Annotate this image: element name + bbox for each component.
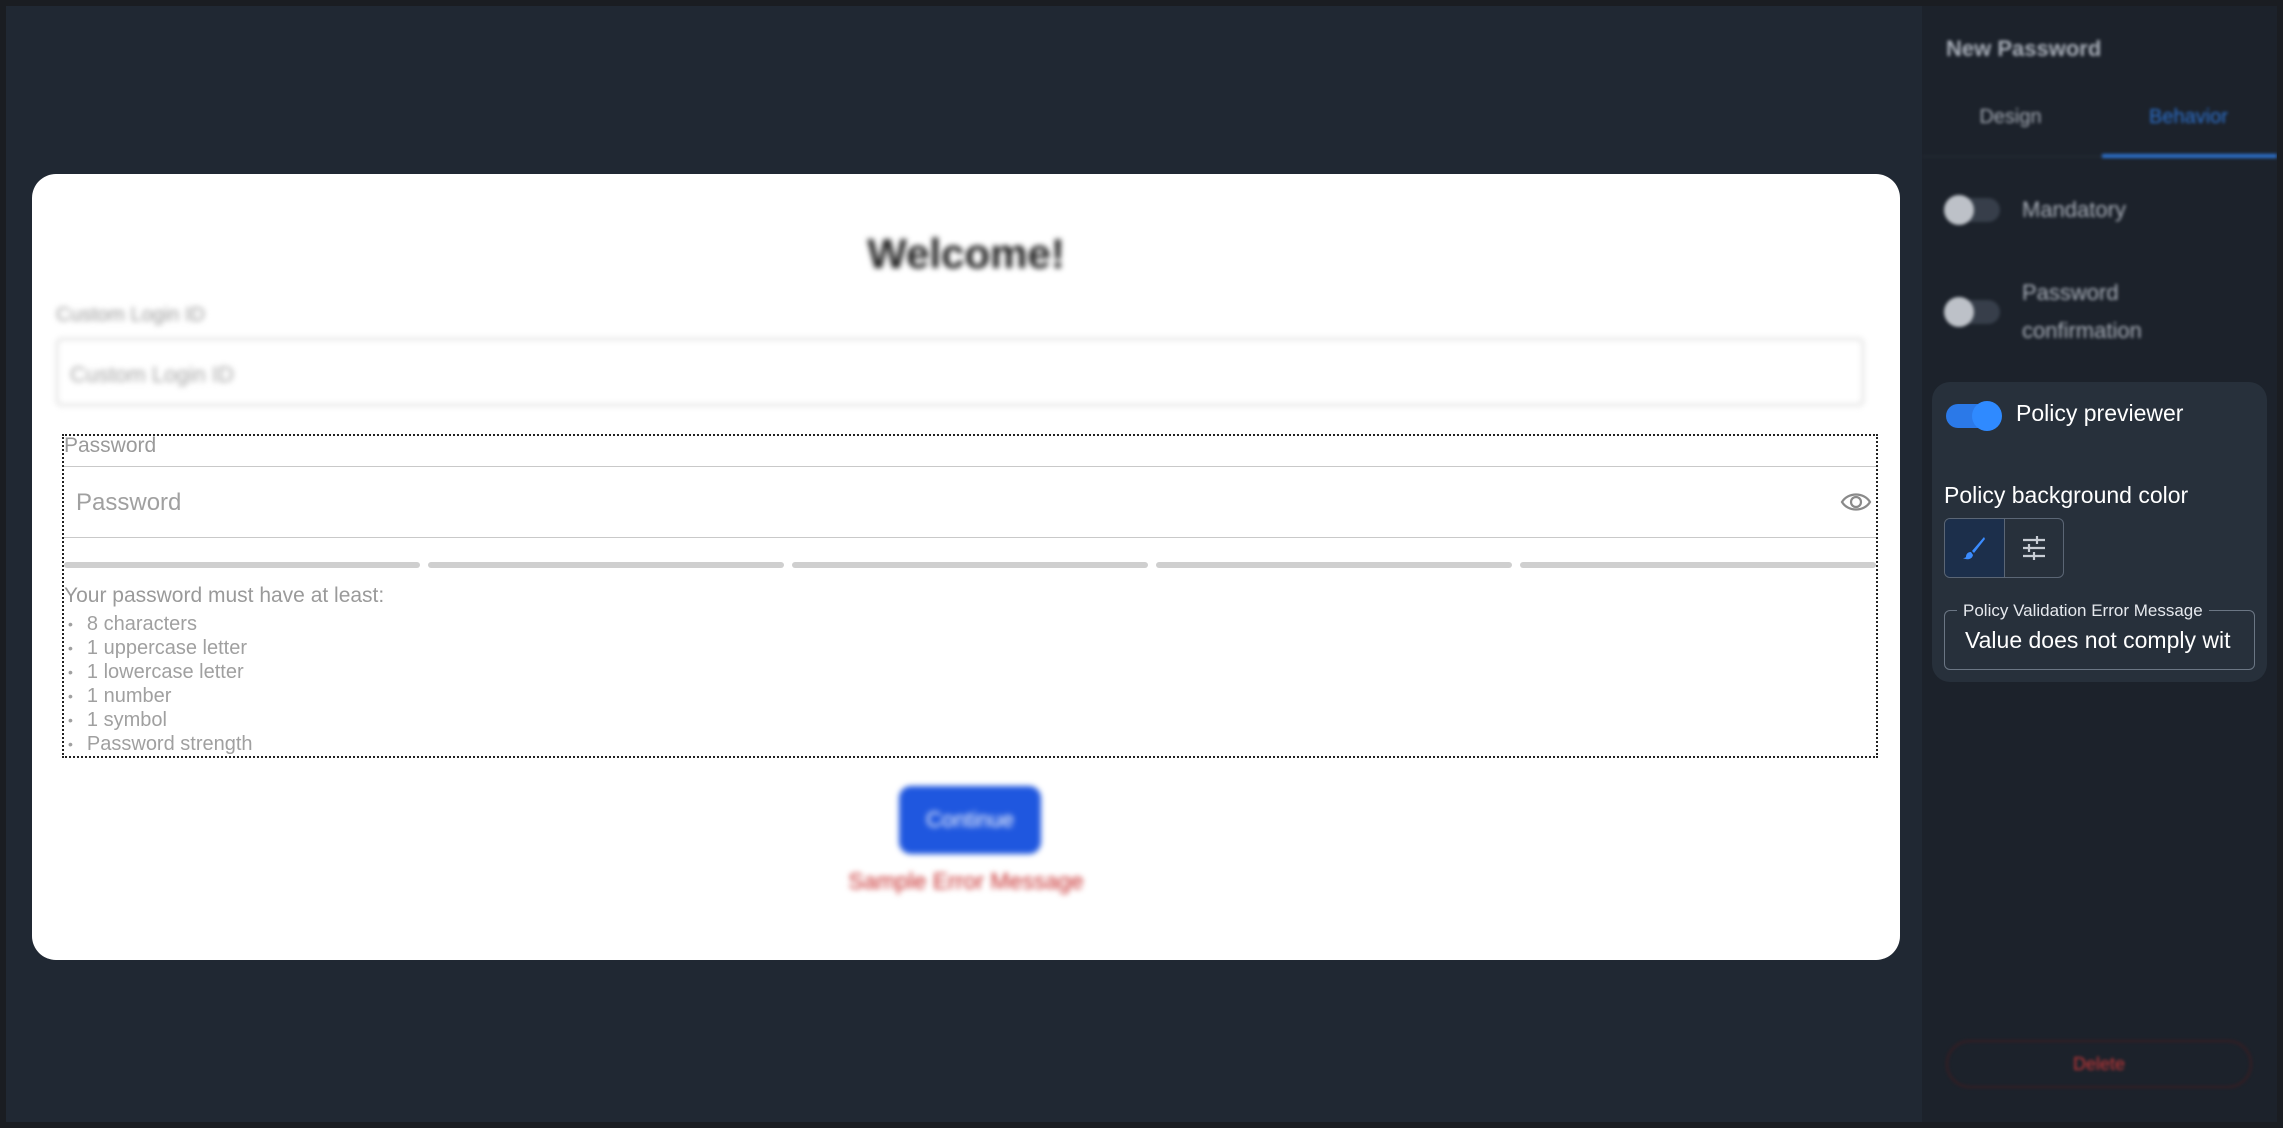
password-confirmation-toggle[interactable] [1944, 297, 2000, 327]
tab-design[interactable]: Design [1922, 106, 2099, 129]
mandatory-label: Mandatory [2022, 197, 2126, 222]
password-rules-list: • 8 characters • 1 uppercase letter • 1 low… [68, 612, 253, 756]
strength-segment [64, 562, 420, 568]
continue-button[interactable]: Continue [899, 786, 1041, 854]
policy-validation-error-field[interactable]: Policy Validation Error Message Value do… [1944, 601, 2255, 670]
login-id-label: Custom Login ID [56, 304, 205, 326]
password-input[interactable]: Password [64, 466, 1876, 538]
password-widget[interactable]: Password Password Your password must hav… [62, 434, 1878, 758]
color-mode-button-group [1944, 518, 2064, 578]
list-item: • 1 number [68, 685, 172, 707]
list-item: • 8 characters [68, 613, 197, 635]
strength-segment [792, 562, 1148, 568]
app-frame: Welcome! Custom Login ID Custom Login ID… [6, 6, 2277, 1122]
policy-validation-error-legend: Policy Validation Error Message [1957, 601, 2209, 621]
paint-brush-icon [1963, 537, 1986, 560]
page-title: Welcome! [867, 230, 1065, 277]
active-tab-indicator [2102, 154, 2277, 158]
policy-background-color-label: Policy background color [1944, 482, 2189, 508]
login-id-input[interactable]: Custom Login ID [56, 338, 1864, 406]
login-id-placeholder: Custom Login ID [70, 362, 234, 387]
panel-title: New Password [1946, 36, 2102, 61]
policy-validation-error-input[interactable]: Value does not comply wit [1965, 627, 2240, 654]
preview-canvas: Welcome! Custom Login ID Custom Login ID… [6, 6, 1922, 1122]
eye-icon[interactable] [1840, 487, 1872, 517]
strength-segment [1520, 562, 1876, 568]
list-item: • 1 lowercase letter [68, 661, 244, 683]
strength-segment [1156, 562, 1512, 568]
properties-panel: New Password Design Behavior Mandatory P… [1922, 6, 2277, 1122]
delete-button[interactable]: Delete [1946, 1040, 2252, 1088]
password-rules-title: Your password must have at least: [64, 584, 385, 607]
password-confirmation-label-line2: confirmation [2022, 318, 2142, 343]
policy-previewer-toggle[interactable] [1946, 401, 2002, 431]
list-item: • 1 symbol [68, 709, 167, 731]
password-label: Password [64, 434, 157, 457]
sliders-icon [2022, 536, 2045, 560]
tab-behavior[interactable]: Behavior [2100, 106, 2277, 129]
error-message: Sample Error Message [848, 868, 1084, 894]
paint-brush-button[interactable] [1945, 519, 2005, 577]
password-confirmation-label-line1: Password [2022, 280, 2119, 305]
strength-segment [428, 562, 784, 568]
password-placeholder: Password [76, 489, 182, 516]
policy-section: Policy previewer Policy background color [1932, 382, 2267, 682]
list-item: • 1 uppercase letter [68, 637, 248, 659]
adjustments-button[interactable] [2005, 519, 2064, 577]
password-strength-meter [64, 562, 1876, 568]
login-card: Welcome! Custom Login ID Custom Login ID… [32, 174, 1900, 960]
panel-tabs: Design Behavior [1922, 96, 2277, 158]
policy-previewer-label: Policy previewer [2016, 400, 2184, 426]
mandatory-toggle[interactable] [1944, 195, 2000, 225]
list-item: • Password strength [68, 733, 253, 755]
